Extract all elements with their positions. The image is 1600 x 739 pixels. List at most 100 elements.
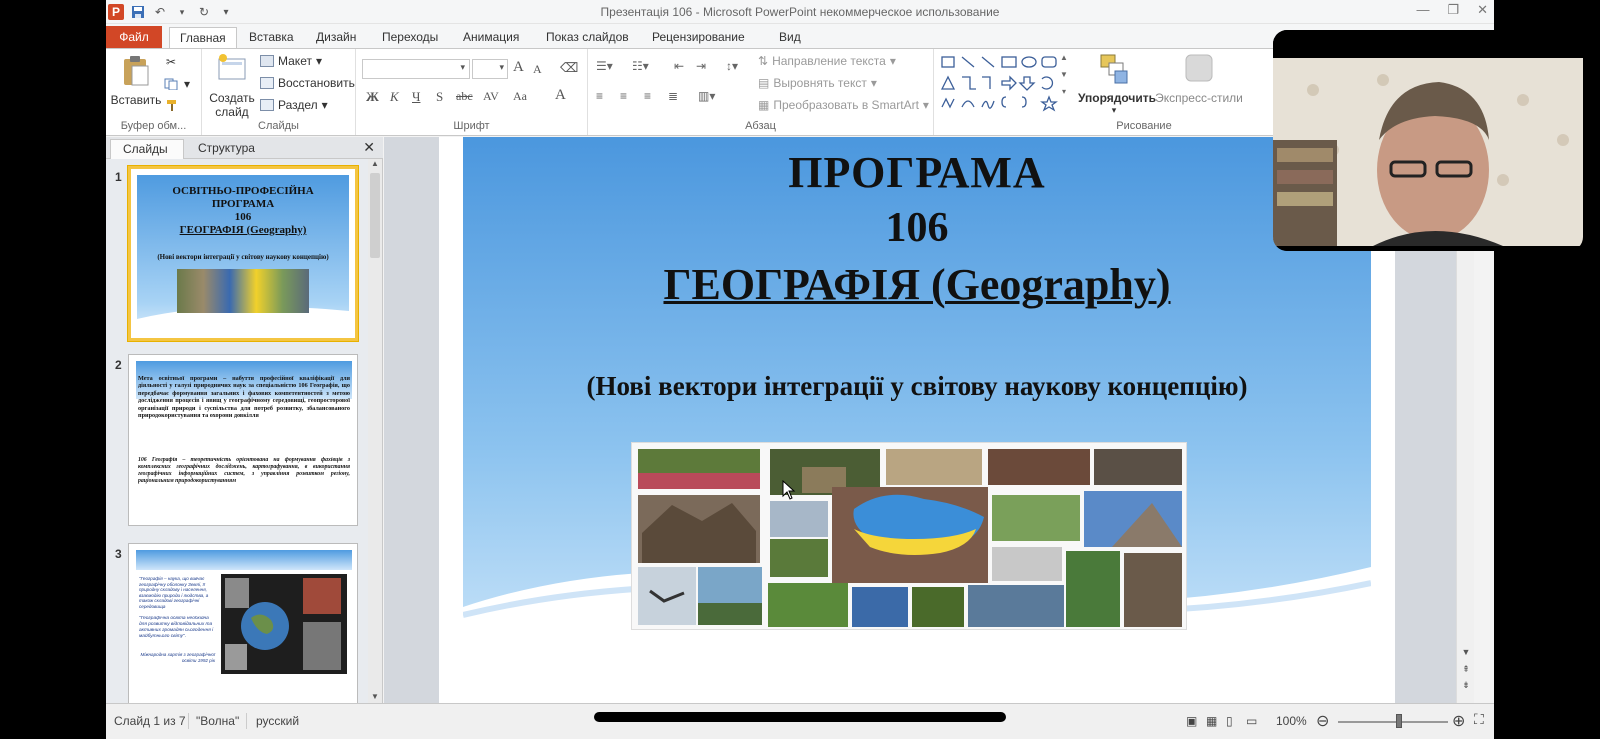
justify-icon[interactable]: ≣ xyxy=(668,89,678,103)
thumb1-line3: 106 xyxy=(234,211,252,223)
slides-pane: Слайды Структура ✕ 1 ОСВІТНЬО-ПРОФЕСІЙНА… xyxy=(106,137,383,703)
tab-outline[interactable]: Структура xyxy=(186,139,267,159)
align-right-icon[interactable]: ≡ xyxy=(644,89,651,103)
thumb1-line4: ГЕОГРАФІЯ (Geography) xyxy=(179,224,307,236)
char-spacing-button[interactable]: AV xyxy=(483,89,499,104)
zoom-slider[interactable] xyxy=(1338,721,1448,723)
slide-number-1: 1 xyxy=(115,170,122,184)
line-spacing-icon[interactable]: ↕▾ xyxy=(726,59,738,73)
grow-font-button[interactable]: A xyxy=(513,59,524,76)
font-name-combo[interactable]: ▾ xyxy=(362,59,470,79)
tab-slides[interactable]: Слайды xyxy=(110,139,184,159)
tab-insert[interactable]: Вставка xyxy=(239,27,304,48)
close-pane-icon[interactable]: ✕ xyxy=(363,139,375,156)
scroll-up-arrow[interactable]: ▲ xyxy=(368,159,382,168)
fit-to-window-icon[interactable]: ⛶ xyxy=(1474,711,1484,728)
previous-slide-icon[interactable]: ⇞ xyxy=(1457,664,1475,675)
shapes-gallery[interactable] xyxy=(940,55,1076,113)
tab-slideshow[interactable]: Показ слайдов xyxy=(536,27,639,48)
section-button[interactable]: Раздел ▾ xyxy=(260,98,328,112)
font-color-button[interactable]: A xyxy=(555,87,566,104)
slide-scroll-down[interactable]: ▼ xyxy=(1457,647,1475,657)
layout-button[interactable]: Макет ▾ xyxy=(260,54,322,68)
text-direction-button[interactable]: ⇅ Направление текста ▾ xyxy=(758,54,896,68)
shapes-scroll[interactable]: ▲ ▼ ▾ xyxy=(1060,53,1068,96)
align-text-button[interactable]: ▤ Выровнять текст ▾ xyxy=(758,76,877,90)
font-group-label: Шрифт xyxy=(453,120,490,132)
shrink-font-button[interactable]: A xyxy=(533,62,542,77)
normal-view-icon[interactable]: ▣ xyxy=(1186,714,1197,728)
quick-styles-icon xyxy=(1185,54,1213,82)
slide[interactable]: ПРОГРАМА 106 ГЕОГРАФІЯ (Geography) (Нові… xyxy=(439,137,1395,703)
thumb3-header xyxy=(136,550,352,570)
zoom-level[interactable]: 100% xyxy=(1276,714,1307,728)
italic-button[interactable]: К xyxy=(390,89,399,105)
tab-transitions[interactable]: Переходы xyxy=(372,27,448,48)
tab-animation[interactable]: Анимация xyxy=(453,27,529,48)
slide-thumbnail-3[interactable]: "Географія – наука, що вивчає географічн… xyxy=(128,543,358,703)
decrease-indent-icon[interactable]: ⇤ xyxy=(674,59,684,73)
font-size-combo[interactable]: ▾ xyxy=(472,59,508,79)
tab-design[interactable]: Дизайн xyxy=(306,27,366,48)
language-indicator[interactable]: русский xyxy=(256,714,299,728)
tab-home[interactable]: Главная xyxy=(169,27,237,48)
slides-pane-scrollbar[interactable]: ▲ ▼ xyxy=(368,159,382,703)
arrange-icon xyxy=(1100,54,1128,84)
zoom-in-icon[interactable]: ⊕ xyxy=(1452,711,1465,731)
paragraph-group-label: Абзац xyxy=(745,120,776,132)
tab-view[interactable]: Вид xyxy=(769,27,811,48)
columns-icon[interactable]: ▥▾ xyxy=(698,89,715,103)
smartart-icon: ▦ xyxy=(758,98,770,112)
format-painter-icon[interactable] xyxy=(166,99,180,111)
zoom-out-icon[interactable]: ⊖ xyxy=(1316,711,1329,731)
maximize-icon[interactable]: ❐ xyxy=(1447,2,1459,18)
reset-button[interactable]: Восстановить xyxy=(260,76,355,90)
bold-button[interactable]: Ж xyxy=(366,89,379,105)
slideshow-icon[interactable]: ▭ xyxy=(1246,714,1257,728)
quick-styles-button[interactable]: Экспресс-стили xyxy=(1154,53,1244,105)
slide-thumbnail-2[interactable]: Мета освітньої програми – набуття профес… xyxy=(128,354,358,526)
align-center-icon[interactable]: ≡ xyxy=(620,89,627,103)
tab-review[interactable]: Рецензирование xyxy=(642,27,755,48)
geography-photo-collage[interactable] xyxy=(631,442,1187,630)
close-icon[interactable]: ✕ xyxy=(1477,2,1488,18)
cut-icon[interactable]: ✂ xyxy=(166,55,176,69)
minimize-icon[interactable]: — xyxy=(1416,2,1429,18)
numbering-icon[interactable]: ☷▾ xyxy=(632,59,649,73)
scroll-down-arrow[interactable]: ▼ xyxy=(368,692,382,701)
slide-title-line2[interactable]: 106 xyxy=(463,204,1371,252)
copy-icon[interactable]: ▾ xyxy=(164,77,190,91)
smartart-label: Преобразовать в SmartArt xyxy=(773,98,919,112)
slide-title-line3[interactable]: ГЕОГРАФІЯ (Geography) xyxy=(463,259,1371,310)
increase-indent-icon[interactable]: ⇥ xyxy=(696,59,706,73)
new-slide-button[interactable]: Создать слайд xyxy=(208,53,256,119)
underline-button[interactable]: Ч xyxy=(412,89,420,105)
paste-button[interactable]: Вставить xyxy=(110,55,162,107)
slide-thumbnail-1[interactable]: ОСВІТНЬО-ПРОФЕСІЙНА ПРОГРАМА 106 ГЕОГРАФ… xyxy=(128,166,358,341)
clear-format-icon[interactable]: ⌫ xyxy=(560,60,578,76)
mouse-cursor-icon xyxy=(782,479,796,505)
next-slide-icon[interactable]: ⇟ xyxy=(1457,680,1475,691)
text-direction-label: Направление текста xyxy=(772,54,886,68)
align-left-icon[interactable]: ≡ xyxy=(596,89,603,103)
shadow-button[interactable]: S xyxy=(436,89,443,105)
clipboard-group-label: Буфер обм... xyxy=(120,120,187,132)
scroll-thumb[interactable] xyxy=(370,173,380,258)
reset-icon xyxy=(260,77,274,89)
title-bar: P ↶ ▾ ↻ ▾ Презентація 106 - Microsoft Po… xyxy=(106,0,1494,24)
theme-name[interactable]: "Волна" xyxy=(196,714,239,728)
status-separator xyxy=(246,713,247,729)
change-case-button[interactable]: Aa xyxy=(513,89,527,104)
tab-file[interactable]: Файл xyxy=(106,26,162,48)
arrange-dropdown-icon: ▾ xyxy=(1111,105,1117,115)
strikethrough-button[interactable]: abc xyxy=(456,89,473,104)
reading-view-icon[interactable]: ▯ xyxy=(1226,714,1233,728)
slide-subtitle[interactable]: (Нові вектори інтеграції у світову науко… xyxy=(463,371,1371,402)
smartart-button[interactable]: ▦ Преобразовать в SmartArt ▾ xyxy=(758,98,929,112)
arrange-button[interactable]: Упорядочить ▾ xyxy=(1078,53,1156,116)
bullets-icon[interactable]: ☰▾ xyxy=(596,59,613,73)
zoom-slider-handle[interactable] xyxy=(1396,714,1402,728)
slide-sorter-icon[interactable]: ▦ xyxy=(1206,714,1217,728)
align-text-icon: ▤ xyxy=(758,76,770,90)
slide-title-line1[interactable]: ПРОГРАМА xyxy=(463,147,1371,198)
